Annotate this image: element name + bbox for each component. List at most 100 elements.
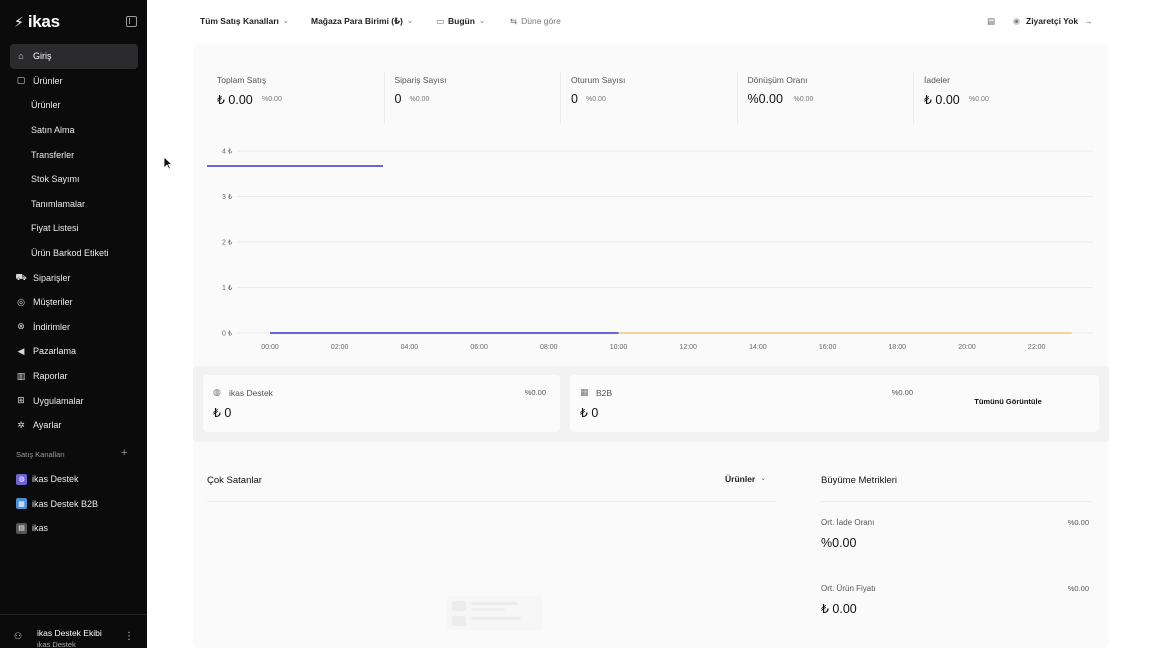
bag-icon: ▢ — [16, 75, 26, 86]
sidebar-item-sub-8[interactable]: Ürün Barkod Etiketi — [10, 241, 138, 266]
y-tick-label: 3 ₺ — [222, 193, 233, 201]
sales-chart: 0 ₺ 1 ₺ 2 ₺ 3 ₺ 4 ₺ 00:00 02:00 04:00 06:00 08:00… — [193, 144, 1109, 364]
best-sellers-filter-dropdown[interactable]: Ürünler ⌄ — [725, 474, 766, 484]
channel-filter-dropdown[interactable]: Tüm Satış Kanalları ⌄ — [194, 10, 295, 32]
sidebar-item-label: Tanımlamalar — [31, 198, 86, 209]
x-tick-label: 00:00 — [261, 344, 279, 351]
growth-metrics-title: Büyüme Metrikleri — [821, 475, 898, 486]
compare-toggle[interactable]: ⇆ Düne göre — [504, 10, 567, 32]
chevron-down-icon: ⌄ — [760, 475, 767, 482]
avg-return-rate-label: Ort. İade Oranı — [821, 518, 875, 527]
sidebar-item-sub-5[interactable]: Stok Sayımı — [10, 167, 138, 192]
sidebar-item-sub-2[interactable]: Ürünler — [10, 93, 138, 118]
y-tick-label: 2 ₺ — [222, 239, 233, 247]
ikas-logo[interactable]: ⚡ ikas — [14, 12, 60, 32]
sidebar-item-label: Transferler — [31, 149, 75, 160]
sidebar-item-1[interactable]: ▢ Ürünler — [10, 69, 138, 94]
x-tick-label: 20:00 — [958, 344, 976, 351]
sidebar: ⚡ ikas ⌂ Giriş ▢ Ürünler Ürünler Satın Alma Tr… — [0, 0, 147, 648]
main-nav: ⌂ Giriş ▢ Ürünler Ürünler Satın Alma Transferl… — [10, 44, 138, 438]
sidebar-item-10[interactable]: ◎ Müşteriler — [10, 290, 138, 315]
sales-channel-label: ikas Destek B2B — [32, 498, 99, 509]
sidebar-item-0[interactable]: ⌂ Giriş — [10, 44, 138, 69]
sidebar-item-label: Satın Alma — [31, 125, 75, 136]
x-tick-label: 06:00 — [470, 344, 488, 351]
sales-channel-item[interactable]: ▦ ikas Destek B2B — [10, 492, 138, 517]
b2b-icon: ▦ — [580, 387, 589, 397]
sidebar-item-9[interactable]: ⛟ Siparişler — [10, 265, 138, 290]
channel-stat-name: ikas Destek — [229, 388, 273, 398]
avg-product-price-value: ₺ 0.00 — [821, 602, 857, 616]
metric-change: %0.00 — [262, 96, 282, 103]
sidebar-item-label: Ürün Barkod Etiketi — [31, 248, 109, 259]
sidebar-item-12[interactable]: ◀ Pazarlama — [10, 339, 138, 364]
x-tick-label: 02:00 — [331, 344, 349, 351]
metrics-row: Toplam Satış ₺ 0.00 %0.00 Sipariş Sayısı 0 %0… — [207, 72, 1087, 124]
sidebar-item-11[interactable]: ⊗ İndirimler — [10, 315, 138, 340]
user-icon: ⚇ — [14, 631, 23, 641]
metric-change: %0.00 — [586, 96, 606, 103]
x-tick-label: 12:00 — [679, 344, 697, 351]
logo-text: ikas — [27, 12, 60, 31]
home-icon: ⌂ — [18, 51, 24, 62]
document-icon: ▤ — [987, 15, 996, 26]
sales-channels-label: Satış Kanalları — [16, 450, 65, 459]
channel-stat-card[interactable]: ▦ B2B %0.00 ₺ 0 — [570, 375, 927, 432]
metric-card-2[interactable]: Oturum Sayısı 0 %0.00 — [560, 72, 736, 124]
chevron-down-icon: ⌄ — [406, 18, 413, 25]
more-vertical-icon[interactable]: ⋮ — [124, 631, 134, 642]
swap-icon: ⇆ — [510, 15, 518, 26]
calendar-icon: ▭ — [436, 15, 445, 26]
sidebar-item-sub-6[interactable]: Tanımlamalar — [10, 192, 138, 217]
sidebar-item-13[interactable]: ▥ Raporlar — [10, 364, 138, 389]
channel-stat-card[interactable]: ◍ ikas Destek %0.00 ₺ 0 — [203, 375, 560, 432]
pos-icon: ▤ — [16, 522, 27, 534]
sidebar-item-label: Giriş — [33, 51, 52, 62]
view-all-label: Tümünü Görüntüle — [974, 397, 1042, 406]
y-tick-label: 4 ₺ — [222, 148, 233, 156]
metric-card-3[interactable]: Dönüşüm Oranı %0.00 %0.00 — [736, 72, 913, 124]
sales-channel-item[interactable]: ▤ ikas — [10, 516, 138, 541]
avg-return-rate-value: %0.00 — [821, 536, 857, 550]
divider — [821, 501, 1091, 502]
sidebar-item-15[interactable]: ✲ Ayarlar — [10, 413, 138, 438]
sidebar-item-sub-4[interactable]: Transferler — [10, 142, 138, 167]
add-channel-icon[interactable]: + — [121, 448, 127, 459]
sidebar-item-sub-3[interactable]: Satın Alma — [10, 118, 138, 143]
metric-value: 0 — [571, 92, 578, 106]
x-tick-label: 04:00 — [401, 344, 419, 351]
metric-change: %0.00 — [793, 96, 814, 103]
currency-filter-dropdown[interactable]: Mağaza Para Birimi (₺) ⌄ — [305, 10, 419, 32]
x-tick-label: 18:00 — [889, 344, 907, 351]
x-tick-label: 08:00 — [540, 344, 558, 351]
sidebar-item-label: Fiyat Listesi — [31, 223, 79, 234]
view-all-button[interactable]: Tümünü Görüntüle — [917, 375, 1099, 432]
currency-filter-label: Mağaza Para Birimi (₺) — [311, 15, 403, 26]
empty-state-illustration — [447, 596, 543, 630]
y-tick-label: 0 ₺ — [222, 330, 233, 338]
b2b-icon: ▦ — [16, 498, 27, 510]
sidebar-item-label: Uygulamalar — [33, 395, 84, 406]
best-sellers-title: Çok Satanlar — [207, 475, 262, 486]
megaphone-icon: ◀ — [17, 345, 25, 356]
sales-channel-item[interactable]: ◍ ikas Destek — [10, 467, 138, 492]
y-tick-label: 1 ₺ — [222, 284, 233, 292]
arrow-right-icon: → — [1084, 16, 1093, 26]
best-sellers-filter-label: Ürünler — [725, 474, 756, 484]
metric-label: Dönüşüm Oranı — [747, 75, 808, 85]
visitors-link[interactable]: Ziyaretçi Yok → — [1013, 10, 1093, 32]
user-profile[interactable]: ⚇ ikas Destek Ekibi ikas Destek ⋮ — [0, 614, 147, 648]
sidebar-item-14[interactable]: ⊞ Uygulamalar — [10, 388, 138, 413]
metric-label: Oturum Sayısı — [571, 75, 626, 85]
metric-card-4[interactable]: İadeler ₺ 0.00 %0.00 — [913, 72, 1089, 124]
sidebar-item-sub-7[interactable]: Fiyat Listesi — [10, 216, 138, 241]
date-filter-dropdown[interactable]: ▭ Bugün ⌄ — [430, 10, 491, 32]
x-tick-label: 14:00 — [749, 344, 767, 351]
metric-card-0[interactable]: Toplam Satış ₺ 0.00 %0.00 — [207, 72, 383, 124]
divider — [207, 501, 777, 502]
metric-value: 0 — [394, 92, 402, 106]
metric-card-1[interactable]: Sipariş Sayısı 0 %0.00 — [383, 72, 560, 124]
collapse-sidebar-icon[interactable] — [126, 16, 137, 27]
report-icon-button[interactable]: ▤ — [987, 10, 995, 32]
channel-stat-change: %0.00 — [524, 388, 546, 397]
